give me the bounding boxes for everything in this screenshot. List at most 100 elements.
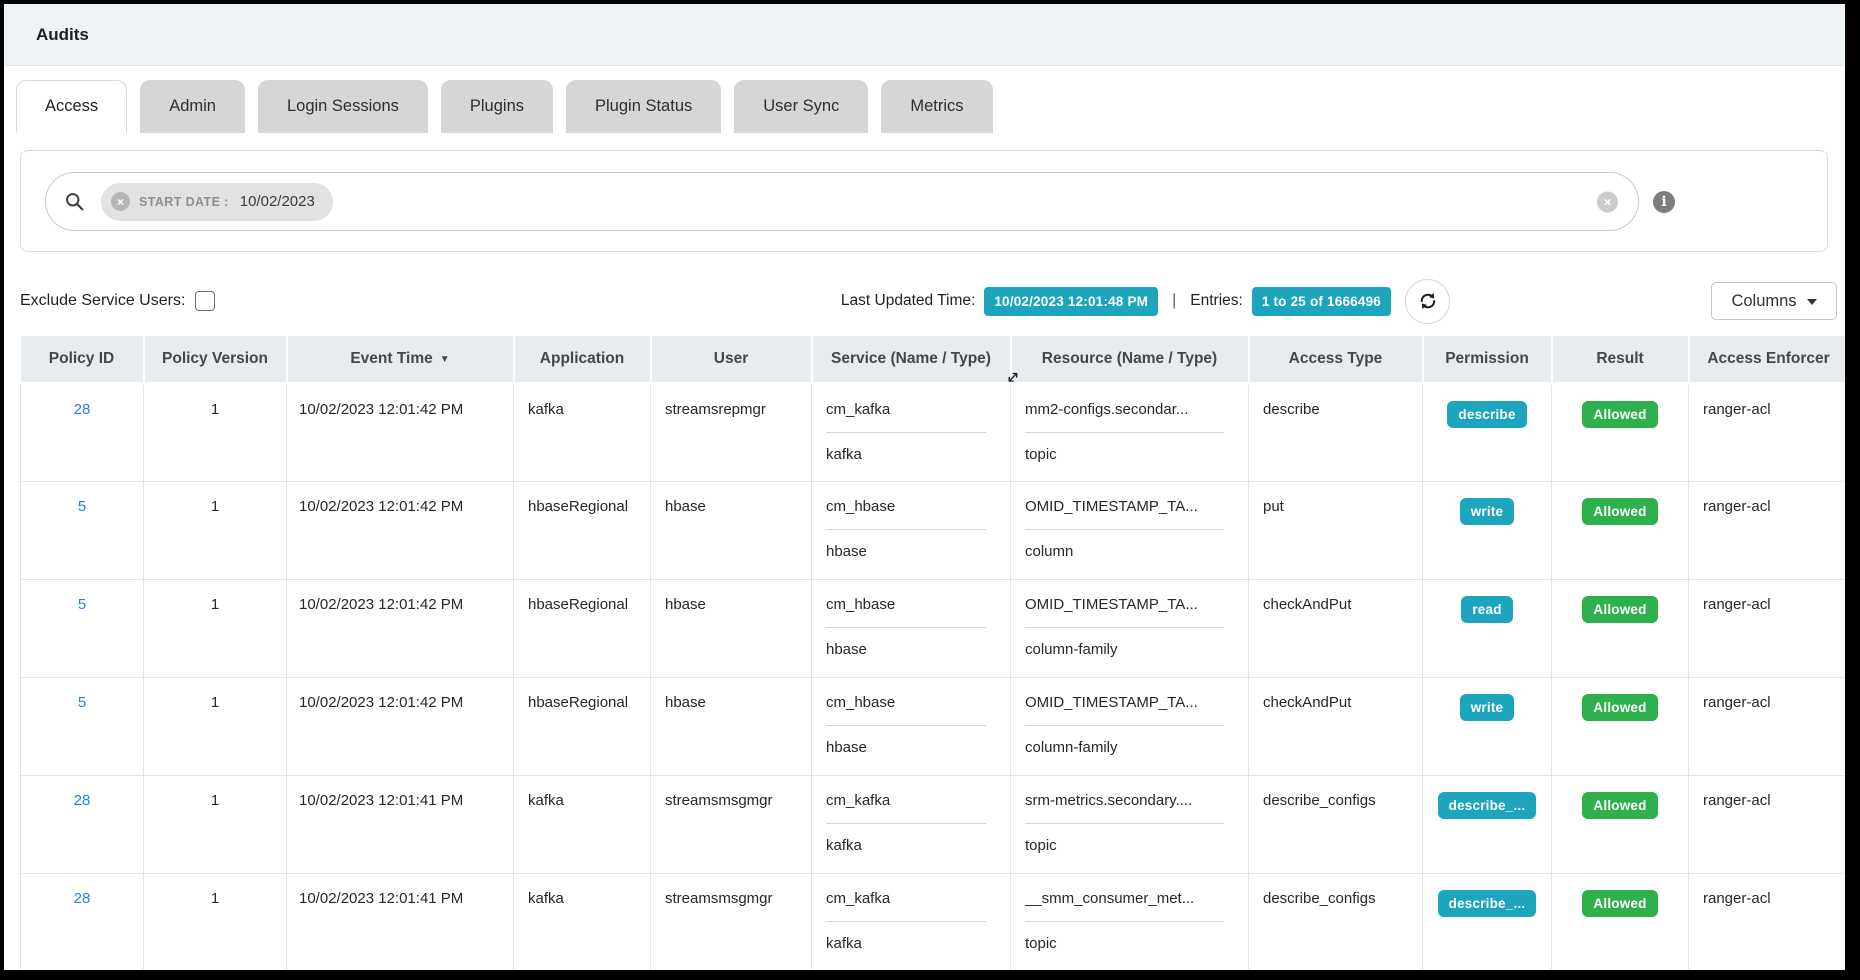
user-cell: hbase (651, 677, 812, 775)
resource-type: topic (1025, 935, 1238, 952)
search-input[interactable]: × START DATE : 10/02/2023 × (45, 172, 1639, 231)
user-cell: hbase (651, 579, 812, 677)
page-title: Audits (36, 25, 89, 45)
policy-version-cell: 1 (144, 579, 287, 677)
result-badge: Allowed (1582, 890, 1657, 917)
refresh-button[interactable] (1405, 279, 1450, 324)
permission-badge: read (1461, 596, 1512, 623)
policy-id-link[interactable]: 28 (74, 401, 91, 418)
chevron-down-icon (1807, 299, 1817, 305)
event-time-cell: 10/02/2023 12:01:41 PM (287, 873, 514, 970)
user-cell: streamsmsgmgr (651, 873, 812, 970)
info-icon[interactable]: i (1653, 191, 1675, 213)
permission-badge-cell: write (1423, 481, 1552, 579)
permission-badge-cell: describe_... (1423, 775, 1552, 873)
filter-tag-start-date[interactable]: × START DATE : 10/02/2023 (101, 183, 333, 221)
resource-name: OMID_TIMESTAMP_TA... (1025, 694, 1238, 711)
application-cell: kafka (514, 383, 651, 481)
resource-divider (1025, 529, 1224, 530)
service-divider (826, 529, 986, 530)
permission-badge: describe_... (1438, 792, 1537, 819)
resource-cell: OMID_TIMESTAMP_TA...column (1011, 481, 1249, 579)
service-type: hbase (826, 641, 1000, 658)
search-panel: × START DATE : 10/02/2023 × i (20, 150, 1828, 252)
policy-id-link[interactable]: 5 (78, 694, 86, 711)
tab-plugin-status[interactable]: Plugin Status (566, 80, 721, 133)
application-cell: kafka (514, 775, 651, 873)
application-cell: kafka (514, 873, 651, 970)
column-header-result[interactable]: Result (1552, 336, 1689, 383)
user-cell: streamsmsgmgr (651, 775, 812, 873)
last-updated-label: Last Updated Time: (841, 292, 975, 310)
toolbar-row: Exclude Service Users: Last Updated Time… (20, 278, 1837, 324)
column-header-access-enforcer[interactable]: Access Enforcer (1689, 336, 1846, 383)
resource-cell: __smm_consumer_met...topic (1011, 873, 1249, 970)
access-enforcer-cell: ranger-acl (1689, 579, 1846, 677)
policy-id-link[interactable]: 28 (74, 792, 91, 809)
event-time-cell: 10/02/2023 12:01:41 PM (287, 775, 514, 873)
column-header-event-time[interactable]: Event Time▼ (287, 336, 514, 383)
column-header-label: Event Time (350, 350, 432, 367)
policy-id-cell: 5 (21, 481, 144, 579)
entries-badge: 1 to 25 of 1666496 (1252, 287, 1391, 316)
refresh-icon (1418, 291, 1438, 311)
access-type-cell: describe (1249, 383, 1423, 481)
service-cell: cm_kafkakafka (812, 873, 1011, 970)
policy-id-link[interactable]: 28 (74, 890, 91, 907)
event-time-cell: 10/02/2023 12:01:42 PM (287, 383, 514, 481)
entries-separator: | (1172, 292, 1176, 310)
audit-tabs: AccessAdminLogin SessionsPluginsPlugin S… (16, 80, 993, 133)
tab-metrics[interactable]: Metrics (881, 80, 992, 133)
tab-login-sessions[interactable]: Login Sessions (258, 80, 428, 133)
result-badge-cell: Allowed (1552, 775, 1689, 873)
result-badge-cell: Allowed (1552, 873, 1689, 970)
policy-id-link[interactable]: 5 (78, 596, 86, 613)
resource-divider (1025, 823, 1224, 824)
column-header-label: Policy Version (162, 350, 268, 367)
clear-search-icon[interactable]: × (1597, 191, 1618, 212)
column-header-resource-name-type[interactable]: Resource (Name / Type) (1011, 336, 1249, 383)
column-header-user[interactable]: User (651, 336, 812, 383)
application-cell: hbaseRegional (514, 677, 651, 775)
access-enforcer-cell: ranger-acl (1689, 481, 1846, 579)
policy-id-link[interactable]: 5 (78, 498, 86, 515)
service-divider (826, 432, 986, 433)
resource-cell: OMID_TIMESTAMP_TA...column-family (1011, 579, 1249, 677)
exclude-service-users-checkbox[interactable] (195, 291, 215, 311)
resource-name: OMID_TIMESTAMP_TA... (1025, 498, 1238, 515)
tab-access[interactable]: Access (16, 80, 127, 133)
tag-remove-icon[interactable]: × (111, 192, 130, 211)
column-header-service-name-type[interactable]: Service (Name / Type) (812, 336, 1011, 383)
column-header-application[interactable]: Application (514, 336, 651, 383)
resource-type: topic (1025, 837, 1238, 854)
resource-name: __smm_consumer_met... (1025, 890, 1238, 907)
permission-badge-cell: describe_... (1423, 873, 1552, 970)
tab-plugins[interactable]: Plugins (441, 80, 553, 133)
policy-version-cell: 1 (144, 873, 287, 970)
policy-id-cell: 5 (21, 579, 144, 677)
column-header-policy-version[interactable]: Policy Version (144, 336, 287, 383)
column-header-policy-id[interactable]: Policy ID (21, 336, 144, 383)
tab-admin[interactable]: Admin (140, 80, 245, 133)
column-header-label: Application (540, 350, 624, 367)
result-badge: Allowed (1582, 792, 1657, 819)
result-badge: Allowed (1582, 694, 1657, 721)
service-divider (826, 725, 986, 726)
event-time-cell: 10/02/2023 12:01:42 PM (287, 579, 514, 677)
audit-table-container: Policy ID Policy Version Event Time▼ Applic… (20, 336, 1845, 970)
access-enforcer-cell: ranger-acl (1689, 383, 1846, 481)
service-cell: cm_hbasehbase (812, 481, 1011, 579)
policy-id-cell: 28 (21, 383, 144, 481)
table-row: 5110/02/2023 12:01:42 PMhbaseRegionalhba… (21, 579, 1846, 677)
result-badge-cell: Allowed (1552, 579, 1689, 677)
service-name: cm_hbase (826, 694, 1000, 711)
resource-type: topic (1025, 446, 1238, 463)
columns-button[interactable]: Columns (1711, 282, 1837, 320)
column-header-permission[interactable]: Permission (1423, 336, 1552, 383)
service-type: hbase (826, 543, 1000, 560)
tab-user-sync[interactable]: User Sync (734, 80, 868, 133)
column-header-access-type[interactable]: Access Type (1249, 336, 1423, 383)
resource-name: mm2-configs.secondar... (1025, 401, 1238, 418)
resource-divider (1025, 627, 1224, 628)
permission-badge-cell: write (1423, 677, 1552, 775)
